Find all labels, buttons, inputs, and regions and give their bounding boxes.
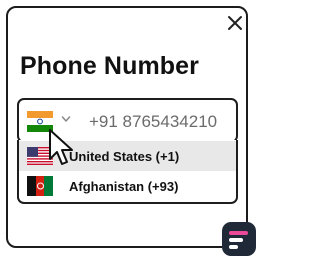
country-option-afghanistan[interactable]: Afghanistan (+93) — [19, 171, 236, 201]
phone-number-value[interactable]: +91 8765434210 — [89, 112, 217, 132]
option-label: United States (+1) — [69, 148, 180, 164]
page-title: Phone Number — [20, 52, 199, 80]
close-icon[interactable] — [226, 14, 244, 32]
brand-logo-icon — [222, 222, 256, 256]
option-label: Afghanistan (+93) — [69, 178, 179, 194]
afghanistan-flag-icon — [27, 176, 53, 196]
chevron-down-icon[interactable] — [61, 114, 71, 124]
cursor-icon — [49, 129, 73, 165]
